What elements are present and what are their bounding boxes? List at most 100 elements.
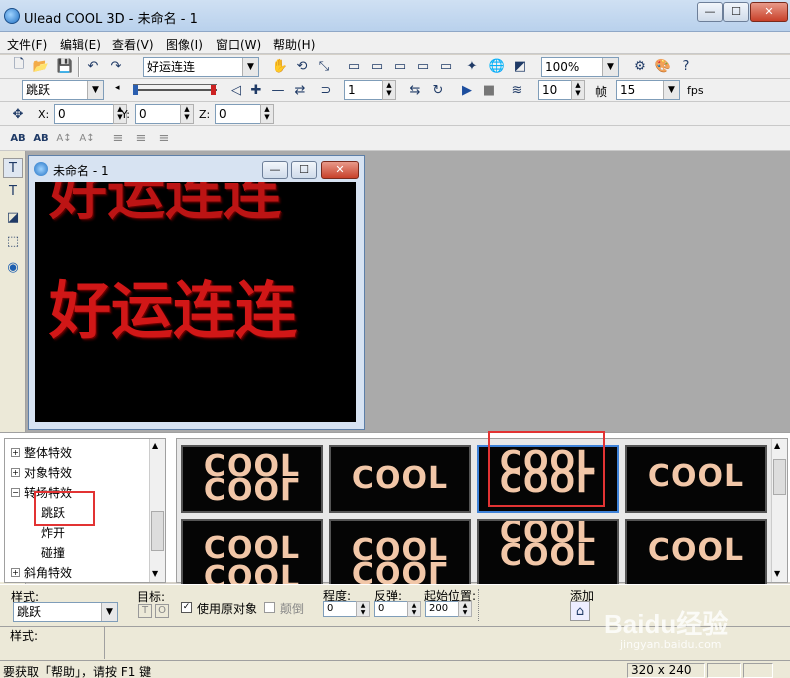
hand-icon[interactable]: ✋	[270, 56, 290, 76]
palette-icon[interactable]: 🎨	[653, 56, 673, 76]
minimize-button[interactable]: —	[697, 2, 723, 22]
style-select[interactable]: 跳跃 ▼	[13, 602, 118, 622]
swap-icon[interactable]: ⇆	[405, 80, 425, 100]
remove-keyframe-icon[interactable]: —	[268, 80, 288, 100]
texture-icon[interactable]: ◩	[510, 56, 530, 76]
y-input[interactable]: 0	[135, 104, 181, 124]
scroll-up-icon[interactable]: ▲	[774, 441, 780, 450]
thumbnail-7[interactable]: COOL COOL	[477, 519, 619, 587]
expand-icon[interactable]: +	[11, 447, 20, 457]
view-back-icon[interactable]: ▭	[413, 56, 433, 76]
start-position-input[interactable]: 200	[425, 601, 459, 617]
help-pointer-icon[interactable]: ?	[676, 56, 696, 76]
use-original-checkbox[interactable]: ✓	[181, 602, 192, 613]
tree-item-bevel[interactable]: + 斜角特效	[11, 563, 72, 581]
bounce-input[interactable]: 0	[374, 601, 408, 617]
tree-item-overall[interactable]: + 整体特效	[11, 443, 72, 461]
thumbnail-4[interactable]: COOL	[625, 445, 767, 513]
menu-edit[interactable]: 编辑(E)	[60, 36, 101, 53]
line-spacing-inc-icon[interactable]: A↕	[54, 128, 74, 148]
view-top-icon[interactable]: ▭	[367, 56, 387, 76]
bounce-spinner[interactable]: ▲ ▼	[407, 601, 421, 617]
prev-keyframe-icon[interactable]: ◁	[226, 80, 246, 100]
tree-scroll-thumb[interactable]	[151, 511, 164, 551]
doc-minimize-button[interactable]: —	[262, 161, 288, 179]
line-spacing-dec-icon[interactable]: A↕	[77, 128, 97, 148]
expand-icon[interactable]: +	[11, 567, 20, 577]
thumbnail-2[interactable]: COOL	[329, 445, 471, 513]
collapse-icon[interactable]: −	[11, 487, 20, 497]
char-spacing-dec-icon[interactable]: AB	[31, 128, 51, 148]
tree-item-object[interactable]: + 对象特效	[11, 463, 72, 481]
refresh-icon[interactable]: ↻	[428, 80, 448, 100]
thumbnail-8[interactable]: COOL	[625, 519, 767, 587]
align-left-icon[interactable]: ≡	[108, 128, 128, 148]
effect-select[interactable]: 跳跃 ▼	[22, 80, 104, 100]
z-spinner[interactable]: ▲ ▼	[260, 104, 274, 124]
expand-icon[interactable]: +	[11, 467, 20, 477]
char-spacing-inc-icon[interactable]: AB	[8, 128, 28, 148]
scroll-down-icon[interactable]: ▼	[774, 569, 780, 578]
thumbnail-scrollbar[interactable]: ▲ ▼	[771, 439, 787, 582]
arrow-left-icon[interactable]: ◂	[115, 83, 123, 97]
chevron-down-icon[interactable]: ▼	[87, 81, 103, 99]
rotate-icon[interactable]: ⟲	[292, 56, 312, 76]
menu-image[interactable]: 图像(I)	[166, 36, 203, 53]
z-input[interactable]: 0	[215, 104, 261, 124]
chevron-down-icon[interactable]: ▼	[101, 603, 117, 621]
stop-icon[interactable]: ■	[479, 80, 499, 100]
invert-checkbox[interactable]	[264, 602, 275, 613]
frame-count-spinner[interactable]: ▲ ▼	[571, 80, 585, 100]
x-input[interactable]: 0	[54, 104, 114, 124]
menu-file[interactable]: 文件(F)	[7, 36, 47, 53]
thumbnail-scroll-thumb[interactable]	[773, 459, 786, 495]
view-bottom-icon[interactable]: ▭	[436, 56, 456, 76]
timeline-thumb[interactable]	[133, 85, 138, 95]
chevron-down-icon[interactable]: ▼	[602, 58, 618, 76]
menu-view[interactable]: 查看(V)	[112, 36, 154, 53]
fps-select[interactable]: 15 ▼	[616, 80, 680, 100]
preview-canvas[interactable]: 好运连连 好运连连	[35, 182, 356, 422]
target-object-button[interactable]: O	[155, 604, 169, 618]
loop-icon[interactable]: ⊃	[316, 80, 336, 100]
thumbnail-5[interactable]: COOL COOL	[181, 519, 323, 587]
timeline-slider[interactable]	[133, 84, 217, 96]
align-center-icon[interactable]: ≡	[131, 128, 151, 148]
insert-text-icon[interactable]: T	[3, 158, 23, 178]
shape-icon[interactable]: ◉	[3, 257, 23, 277]
motion-icon[interactable]: ≋	[507, 80, 527, 100]
undo-icon[interactable]: ↶	[83, 56, 103, 76]
target-text-button[interactable]: T	[138, 604, 152, 618]
tree-scrollbar[interactable]: ▲ ▼	[149, 439, 165, 582]
tree-item-collide[interactable]: 碰撞	[41, 543, 65, 561]
new-file-icon[interactable]: 🗋	[9, 56, 29, 76]
save-icon[interactable]: 💾	[55, 56, 75, 76]
add-effect-icon[interactable]: ⌂	[570, 601, 590, 621]
frame-spinner[interactable]: ▲ ▼	[382, 80, 396, 100]
doc-close-button[interactable]: ✕	[321, 161, 359, 179]
globe-icon[interactable]: 🌐	[487, 56, 507, 76]
select-object-icon[interactable]: ⬚	[3, 231, 23, 251]
maximize-button[interactable]: ☐	[723, 2, 749, 22]
edit-text-icon[interactable]: T	[3, 181, 23, 201]
redo-icon[interactable]: ↷	[106, 56, 126, 76]
close-button[interactable]: ✕	[750, 2, 788, 22]
frame-count-input[interactable]: 10	[538, 80, 572, 100]
add-keyframe-icon[interactable]: ✚	[246, 80, 266, 100]
doc-maximize-button[interactable]: ☐	[291, 161, 317, 179]
chevron-down-icon[interactable]: ▼	[663, 81, 679, 99]
thumbnail-1[interactable]: COOL COOL	[181, 445, 323, 513]
position-tool-icon[interactable]: ✥	[8, 104, 28, 124]
chevron-down-icon[interactable]: ▼	[242, 58, 258, 76]
thumbnail-6[interactable]: COOL COOL	[329, 519, 471, 587]
view-side-icon[interactable]: ▭	[390, 56, 410, 76]
open-folder-icon[interactable]: 📂	[31, 56, 51, 76]
insert-object-icon[interactable]: ◪	[3, 207, 23, 227]
scroll-down-icon[interactable]: ▼	[152, 569, 158, 578]
play-icon[interactable]: ▶	[457, 80, 477, 100]
menu-window[interactable]: 窗口(W)	[216, 36, 261, 53]
degree-input[interactable]: 0	[323, 601, 357, 617]
degree-spinner[interactable]: ▲ ▼	[356, 601, 370, 617]
y-spinner[interactable]: ▲ ▼	[180, 104, 194, 124]
scroll-up-icon[interactable]: ▲	[152, 441, 158, 450]
